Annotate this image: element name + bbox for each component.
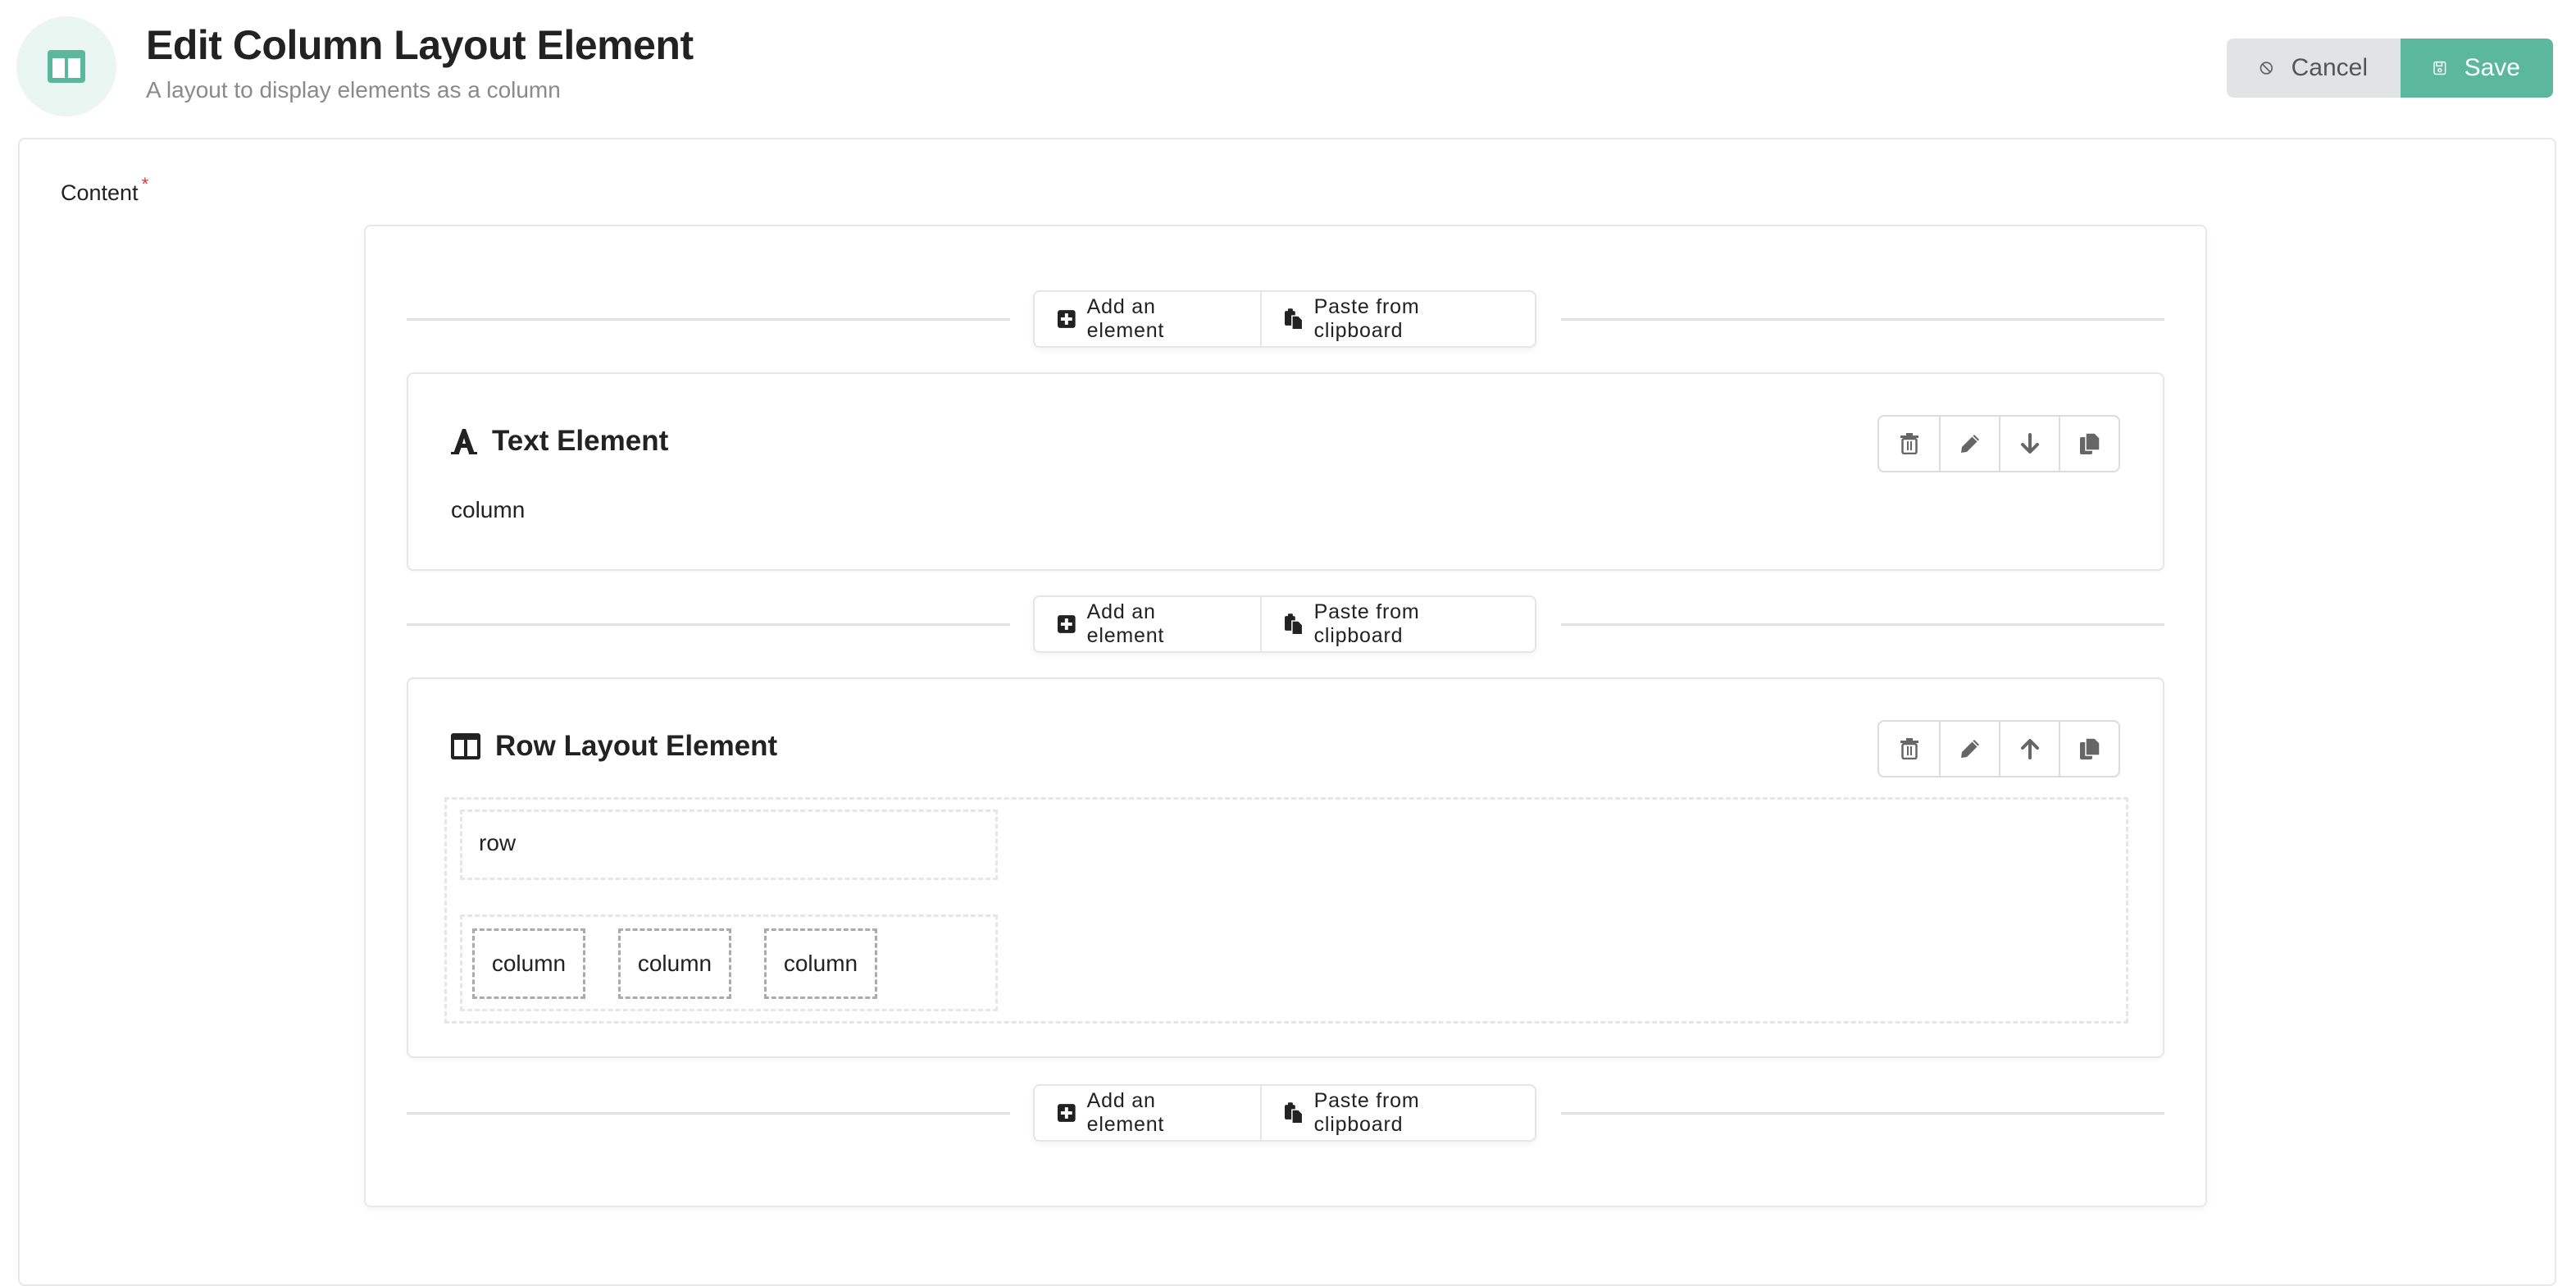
add-element-bar: Add an element Paste from clipboard [1033,1084,1536,1142]
add-element-button[interactable]: Add an element [1035,292,1260,346]
add-element-label: Add an element [1086,295,1165,342]
text-element-card: Text Element column [407,372,2164,571]
columns-icon [48,50,85,83]
divider-line [1561,1112,2164,1115]
cancel-button[interactable]: Cancel [2227,39,2401,98]
edit-button[interactable] [1939,722,1999,776]
row-layout-element-card: Row Layout Element row column column col… [407,677,2164,1058]
element-title: Row Layout Element [451,730,777,763]
delete-button[interactable] [1879,417,1939,471]
element-toolbar [1877,720,2120,778]
divider-line [407,318,1010,321]
divider-line [407,1112,1010,1115]
paste-icon [1284,613,1303,635]
copy-icon [2079,738,2100,759]
text-element-content: column [451,497,526,522]
pencil-icon [1960,435,1979,453]
paste-clipboard-button[interactable]: Paste from clipboard [1259,292,1535,346]
add-element-bar: Add an element Paste from clipboard [1033,595,1536,653]
save-button[interactable]: Save [2401,39,2553,98]
trash-icon [1900,738,1918,759]
edit-button[interactable] [1939,417,1999,471]
add-element-bar: Add an element Paste from clipboard [1033,290,1536,348]
paste-clipboard-label: Paste from clipboard [1313,1089,1420,1136]
header-actions: Cancel Save [2227,39,2553,98]
copy-button[interactable] [2059,722,2119,776]
element-title: Text Element [451,425,668,458]
columns-preview: column column column [460,914,998,1011]
cancel-label: Cancel [2291,54,2368,81]
paste-clipboard-label: Paste from clipboard [1313,600,1420,647]
delete-button[interactable] [1879,722,1939,776]
save-label: Save [2464,54,2520,81]
row-layout-element-title: Row Layout Element [495,730,778,762]
row-layout-preview: row column column column [444,797,2128,1024]
arrow-up-icon [2020,739,2039,759]
columns-icon [451,733,480,759]
divider-line [407,623,1010,626]
divider-line [1561,318,2164,321]
floppy-disk-icon [2433,61,2446,75]
plus-square-icon [1058,310,1076,328]
column-preview: column [764,928,877,999]
row-preview-text: row [479,830,517,855]
content-label-text: Content [61,180,139,205]
column-preview: column [472,928,585,999]
add-element-button[interactable]: Add an element [1035,597,1260,651]
add-element-button[interactable]: Add an element [1035,1086,1260,1140]
divider-line [1561,623,2164,626]
paste-icon [1284,308,1303,330]
text-element-title: Text Element [492,425,669,457]
paste-clipboard-button[interactable]: Paste from clipboard [1259,597,1535,651]
page-subtitle: A layout to display elements as a column [146,77,561,103]
content-field-label: Content * [61,174,148,206]
move-down-button[interactable] [1999,417,2059,471]
header-icon-badge [16,16,116,116]
plus-square-icon [1058,615,1076,633]
column-preview: column [618,928,731,999]
paste-clipboard-button[interactable]: Paste from clipboard [1259,1086,1535,1140]
required-marker: * [141,174,149,194]
plus-square-icon [1058,1104,1076,1122]
row-preview: row [460,809,998,880]
page-title: Edit Column Layout Element [146,22,694,68]
add-element-label: Add an element [1086,600,1165,647]
element-toolbar [1877,415,2120,472]
paste-clipboard-label: Paste from clipboard [1313,295,1420,342]
font-icon [451,429,477,454]
move-up-button[interactable] [1999,722,2059,776]
copy-button[interactable] [2059,417,2119,471]
pencil-icon [1960,740,1979,758]
ban-icon [2260,62,2273,75]
copy-icon [2079,433,2100,454]
trash-icon [1900,433,1918,454]
add-element-label: Add an element [1086,1089,1165,1136]
paste-icon [1284,1102,1303,1124]
arrow-down-icon [2020,433,2039,454]
